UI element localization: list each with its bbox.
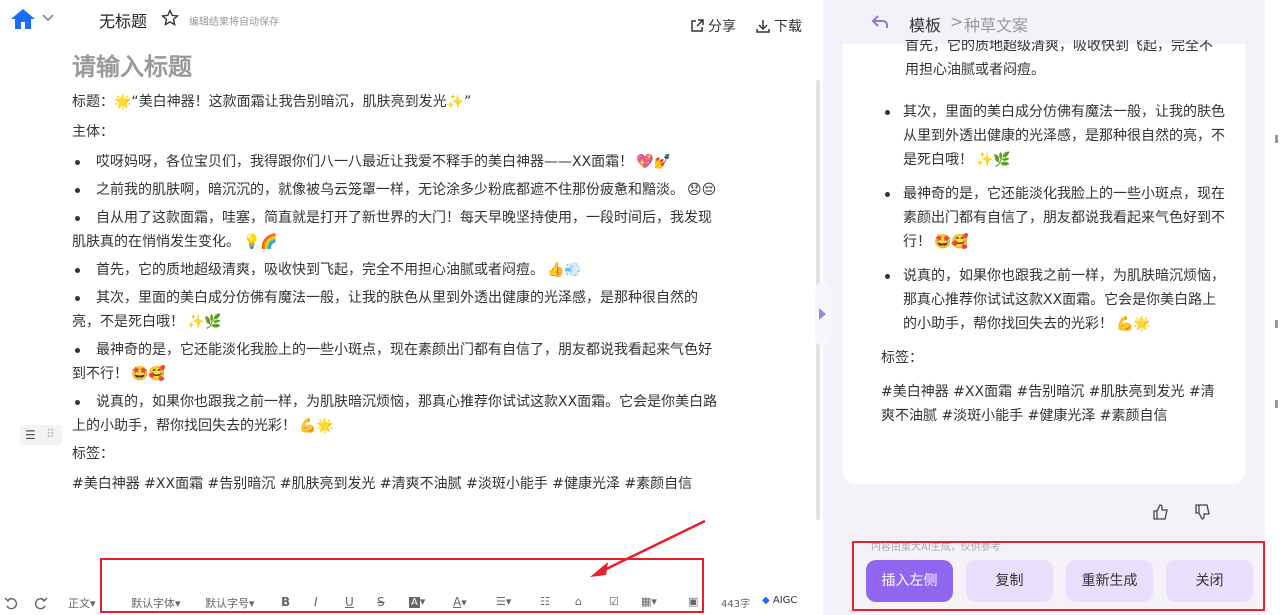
list-item[interactable]: 其次，里面的美白成分仿佛有魔法一般，让我的肤色从里到外透出健康的光泽感，是那种很… xyxy=(72,286,722,334)
list-item[interactable]: 哎呀妈呀，各位宝贝们，我得跟你们八一八最近让我爱不释手的美白神器——XX面霜！ 💖… xyxy=(72,150,722,174)
drag-handle-icon[interactable]: ⠿ xyxy=(46,428,55,440)
underline-button[interactable]: U xyxy=(345,595,354,609)
result-content[interactable] xyxy=(863,44,1208,66)
list-item[interactable]: 最神奇的是，它还能淡化我脸上的一些小斑点，现在素颜出门都有自信了，朋友都说我看起… xyxy=(72,338,722,386)
title-placeholder[interactable]: 请输入标题 xyxy=(72,50,722,84)
insert-left-button[interactable]: 插入左侧 xyxy=(866,560,953,602)
italic-button[interactable]: I xyxy=(314,595,318,609)
checkbox-icon[interactable]: ☑ xyxy=(609,595,619,608)
aigc-icon: ◆ xyxy=(762,595,770,606)
editor-content[interactable]: 请输入标题 标题：🌟“美白神器！这款面霜让我告别暗沉，肌肤亮到发光✨” 主体： … xyxy=(72,50,722,502)
list-item[interactable]: 之前我的肌肤啊，暗沉沉的，就像被乌云笼罩一样，无论涂多少粉底都遮不住那份疲惫和黯… xyxy=(72,178,722,202)
download-label: 下载 xyxy=(774,19,802,35)
bullet-list-icon[interactable]: ☷ xyxy=(540,595,550,608)
template-panel: 模板 > 种草文案 首先，它的质地超级清爽，吸收快到飞起，完全不用担心油腻或者闷… xyxy=(815,0,1280,615)
image-icon[interactable]: ▣ xyxy=(688,595,698,608)
aigc-button[interactable]: ◆ AIGC xyxy=(762,595,797,606)
autosave-hint: 编辑结果将自动保存 xyxy=(189,17,279,28)
panel-breadcrumb: 模板 > 种草文案 xyxy=(823,0,1263,44)
format-painter-icon[interactable]: ⌂ xyxy=(575,595,582,608)
editor-topbar: 无标题 编辑结果将自动保存 分享 下载 xyxy=(0,0,823,40)
thumbs-down-icon[interactable] xyxy=(1194,503,1212,521)
font-family-select[interactable]: 默认字体▾ xyxy=(131,595,181,611)
thumbs-up-icon[interactable] xyxy=(1152,503,1170,521)
breadcrumb-separator: > xyxy=(950,12,964,31)
list-item[interactable]: 首先，它的质地超级清爽，吸收快到飞起，完全不用担心油腻或者闷痘。 👍💨 xyxy=(72,258,722,282)
list-icon: ☰ xyxy=(25,428,36,442)
bold-button[interactable]: B xyxy=(281,595,290,609)
list-item[interactable]: 最神奇的是，它还能淡化我脸上的一些小斑点，现在素颜出门都有自信了，朋友都说我看起… xyxy=(881,182,1226,254)
word-count: 443字 xyxy=(721,599,751,610)
table-icon[interactable]: ▦▾ xyxy=(641,595,657,608)
share-icon xyxy=(691,19,704,32)
editor-pane: 无标题 编辑结果将自动保存 分享 下载 ☰ ⠿ 请输入标题 标题：🌟“美白神器！… xyxy=(0,0,823,615)
download-icon xyxy=(756,20,770,33)
panel-collapse-handle[interactable] xyxy=(815,282,831,346)
result-list[interactable]: 其次，里面的美白成分仿佛有魔法一般，让我的肤色从里到外透出健康的光泽感，是那种很… xyxy=(881,100,1226,438)
share-label: 分享 xyxy=(708,19,736,35)
list-item[interactable]: 其次，里面的美白成分仿佛有魔法一般，让我的肤色从里到外透出健康的光泽感，是那种很… xyxy=(881,100,1226,172)
star-icon[interactable] xyxy=(161,9,179,27)
body-label[interactable]: 主体： xyxy=(72,120,722,144)
home-icon[interactable] xyxy=(10,8,36,30)
breadcrumb-templates[interactable]: 模板 xyxy=(909,12,941,36)
format-toolbar: 正文▾ 默认字体▾ 默认字号▾ B I U S A ▾ A▾ ☰▾ ☷ ⌂ ☑ ▦… xyxy=(0,590,823,615)
align-button[interactable]: ☰▾ xyxy=(496,595,511,608)
list-item[interactable]: 自从用了这款面霜，哇塞，简直就是打开了新世界的大门！每天早晚坚持使用，一段时间后… xyxy=(72,206,722,254)
back-arrow-icon[interactable] xyxy=(871,14,889,30)
regenerate-button[interactable]: 重新生成 xyxy=(1066,560,1153,602)
copy-button[interactable]: 复制 xyxy=(966,560,1053,602)
download-button[interactable]: 下载 xyxy=(755,16,802,36)
document-title[interactable]: 无标题 xyxy=(99,8,147,32)
strikethrough-button[interactable]: S xyxy=(377,595,385,609)
highlight-color-button[interactable]: A ▾ xyxy=(409,595,425,608)
share-button[interactable]: 分享 xyxy=(689,16,736,36)
title-line[interactable]: 标题：🌟“美白神器！这款面霜让我告别暗沉，肌肤亮到发光✨” xyxy=(72,90,722,114)
redo-icon[interactable] xyxy=(34,596,48,610)
font-size-select[interactable]: 默认字号▾ xyxy=(205,595,255,611)
block-handle[interactable]: ☰ ⠿ xyxy=(20,425,62,445)
paragraph-style-select[interactable]: 正文▾ xyxy=(68,595,96,611)
tags-label[interactable]: 标签： xyxy=(72,442,722,466)
breadcrumb-current: 种草文案 xyxy=(964,16,1029,35)
tags-label: 标签： xyxy=(881,350,923,366)
tags-line: #美白神器 #XX面霜 #告别暗沉 #肌肤亮到发光 #清爽不油腻 #淡斑小能手 … xyxy=(881,384,1215,424)
list-item[interactable]: 说真的，如果你也跟我之前一样，为肌肤暗沉烦恼，那真心推荐你试试这款XX面霜。它会… xyxy=(881,264,1226,336)
right-edge-strip xyxy=(1265,0,1280,615)
list-item[interactable]: 说真的，如果你也跟我之前一样，为肌肤暗沉烦恼，那真心推荐你试试这款XX面霜。它会… xyxy=(72,390,722,438)
close-button[interactable]: 关闭 xyxy=(1166,560,1253,602)
font-color-button[interactable]: A▾ xyxy=(453,595,467,609)
chevron-down-icon[interactable] xyxy=(41,12,55,24)
tags-line[interactable]: #美白神器 #XX面霜 #告别暗沉 #肌肤亮到发光 #清爽不油腻 #淡斑小能手 … xyxy=(72,472,722,496)
undo-icon[interactable] xyxy=(4,596,18,610)
